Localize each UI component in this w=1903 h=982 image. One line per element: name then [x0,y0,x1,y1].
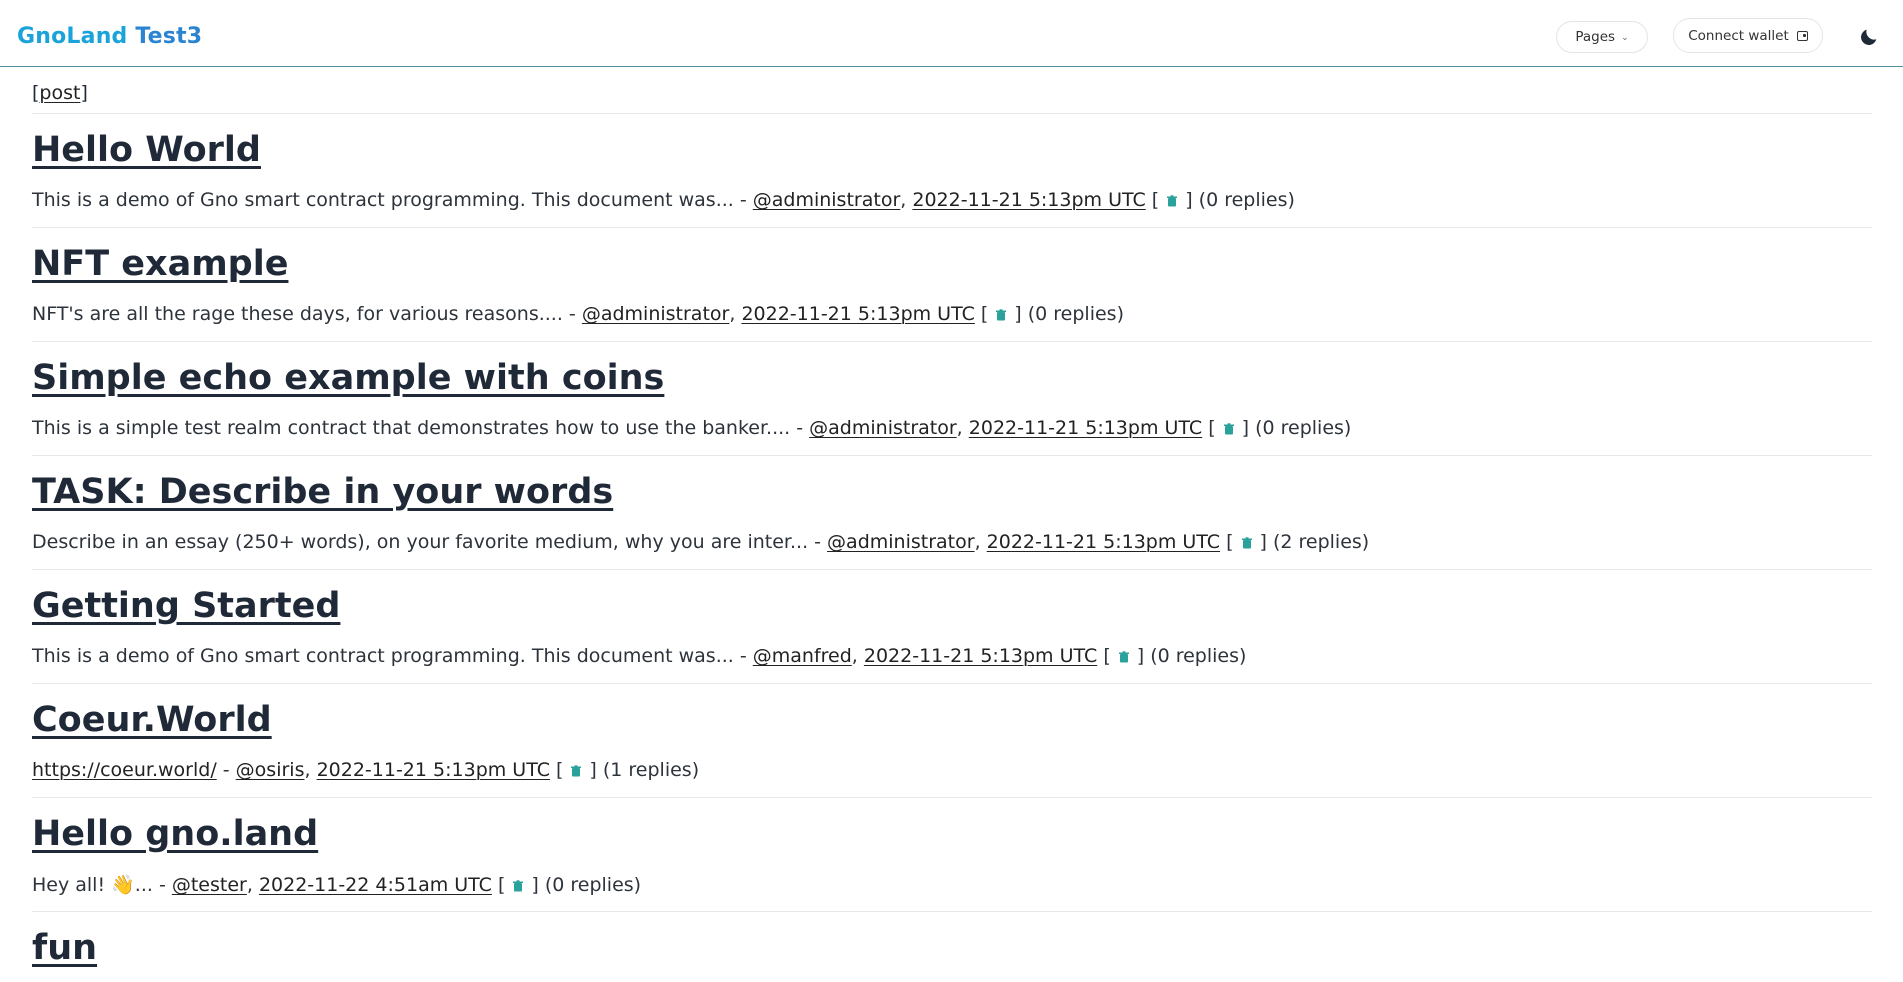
moon-icon[interactable] [1858,26,1880,48]
thread-summary: This is a demo of Gno smart contract pro… [32,189,734,211]
thread-meta: This is a demo of Gno smart contract pro… [32,189,1295,211]
chevron-down-icon: ⌄ [1621,32,1629,43]
reply-count: (0 replies) [544,874,642,896]
post-link[interactable]: post [39,82,80,104]
reply-count: (0 replies) [1150,645,1247,667]
thread-item: Getting Started This is a demo of Gno sm… [32,570,1872,684]
author-link[interactable]: @administrator [809,417,957,439]
top-nav: GnoLand Test3 Pages ⌄ Connect wallet [0,0,1903,67]
author-link[interactable]: @osiris [236,759,305,781]
thread-meta: NFT's are all the rage these days, for v… [32,303,1124,325]
thread-item: TASK: Describe in your words Describe in… [32,456,1872,570]
reply-count: (0 replies) [1255,417,1352,439]
thread-meta: https://coeur.world/ - @osiris, 2022-11-… [32,759,700,781]
brand-network: Test3 [135,24,203,49]
date-link[interactable]: 2022-11-21 5:13pm UTC [741,303,974,325]
wallet-icon [1796,30,1808,41]
trash-icon[interactable] [1223,423,1235,435]
thread-item: Hello gno.land Hey all! 👋... - @tester, … [32,798,1872,912]
thread-summary: This is a demo of Gno smart contract pro… [32,645,734,667]
thread-item: NFT example NFT's are all the rage these… [32,228,1872,342]
thread-meta: Hey all! 👋... - @tester, 2022-11-22 4:51… [32,874,642,896]
reply-count: (0 replies) [1027,303,1124,325]
date-link[interactable]: 2022-11-22 4:51am UTC [259,874,492,896]
trash-icon[interactable] [512,880,524,892]
thread-title[interactable]: Hello gno.land [32,814,318,854]
reply-count: (2 replies) [1272,531,1370,553]
thread-meta: Describe in an essay (250+ words), on yo… [32,531,1370,553]
thread-title[interactable]: TASK: Describe in your words [32,472,613,512]
thread-title[interactable]: Getting Started [32,586,340,626]
thread-meta: This is a demo of Gno smart contract pro… [32,645,1247,667]
trash-icon[interactable] [995,309,1007,321]
reply-count: (0 replies) [1198,189,1295,211]
connect-wallet-button[interactable]: Connect wallet [1673,18,1823,53]
date-link[interactable]: 2022-11-21 5:13pm UTC [317,759,550,781]
thread-summary: Hey all! 👋... [32,874,153,896]
trash-icon[interactable] [1241,537,1253,549]
trash-icon[interactable] [1166,195,1178,207]
board-content: [post] Hello World This is a demo of Gno… [32,67,1872,982]
thread-item: Hello World This is a demo of Gno smart … [32,114,1872,228]
pages-label: Pages [1575,29,1616,45]
brand-name: GnoLand [17,24,128,49]
author-link[interactable]: @manfred [753,645,852,667]
thread-meta: This is a simple test realm contract tha… [32,417,1352,439]
author-link[interactable]: @administrator [753,189,901,211]
author-link[interactable]: @administrator [827,531,975,553]
post-link-row: [post] [32,67,1872,114]
thread-summary: This is a simple test realm contract tha… [32,417,791,439]
author-link[interactable]: @tester [172,874,247,896]
date-link[interactable]: 2022-11-21 5:13pm UTC [912,189,1145,211]
date-link[interactable]: 2022-11-21 5:13pm UTC [969,417,1202,439]
trash-icon[interactable] [570,765,582,777]
thread-summary-link[interactable]: https://coeur.world/ [32,759,217,781]
thread-item: Coeur.World https://coeur.world/ - @osir… [32,684,1872,798]
connect-wallet-label: Connect wallet [1688,27,1789,44]
thread-item: Simple echo example with coins This is a… [32,342,1872,456]
date-link[interactable]: 2022-11-21 5:13pm UTC [864,645,1097,667]
author-link[interactable]: @administrator [582,303,730,325]
thread-summary: Describe in an essay (250+ words), on yo… [32,531,809,553]
thread-title[interactable]: NFT example [32,244,288,284]
site-brand[interactable]: GnoLand Test3 [17,24,202,49]
date-link[interactable]: 2022-11-21 5:13pm UTC [987,531,1220,553]
thread-title[interactable]: Hello World [32,130,261,170]
thread-title[interactable]: Coeur.World [32,700,272,740]
pages-dropdown-button[interactable]: Pages ⌄ [1556,21,1648,53]
trash-icon[interactable] [1118,651,1130,663]
reply-count: (1 replies) [602,759,700,781]
thread-title[interactable]: fun [32,928,97,968]
thread-item: fun [32,912,1872,982]
thread-title[interactable]: Simple echo example with coins [32,358,664,398]
thread-summary: NFT's are all the rage these days, for v… [32,303,563,325]
